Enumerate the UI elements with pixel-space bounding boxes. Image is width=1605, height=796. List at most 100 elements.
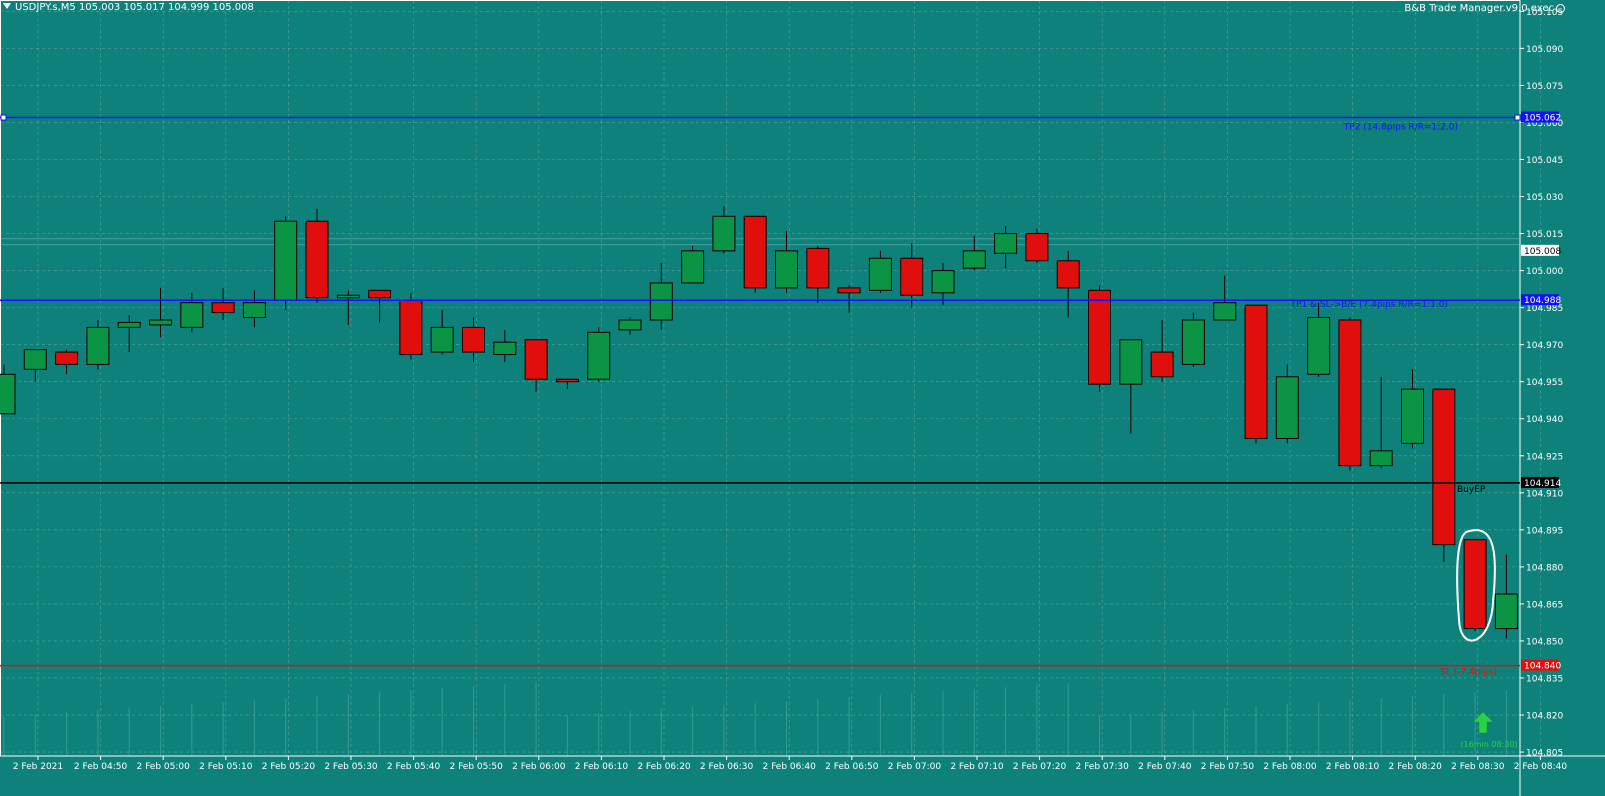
y-tick-label: 105.000 [1526,267,1563,277]
y-tick-label: 104.820 [1526,712,1563,722]
x-tick-label: 2 Feb 08:20 [1389,762,1443,772]
bear-candle[interactable] [555,378,579,383]
x-tick-label: 2 Feb 07:10 [950,762,1004,772]
bear-candle[interactable] [743,215,767,289]
bull-candle[interactable] [649,282,673,321]
price-chart[interactable]: 105.105105.090105.075105.060105.045105.0… [0,0,1605,796]
bear-candle[interactable] [1025,233,1049,262]
x-tick-label: 2 Feb 08:10 [1326,762,1380,772]
symbol-ohlc-text: USDJPY.s,M5 105.003 105.017 104.999 105.… [15,2,254,13]
y-tick-label: 105.015 [1526,230,1563,240]
y-tick-label: 105.030 [1526,193,1563,203]
y-tick-label: 105.090 [1526,45,1563,55]
collapse-triangle-icon[interactable] [3,3,11,9]
y-tick-label: 104.955 [1526,378,1563,388]
bull-candle[interactable] [1401,388,1424,444]
bear-candle[interactable] [462,326,485,353]
x-tick-label: 2 Feb 05:20 [262,762,316,772]
x-tick-label: 2 Feb 06:30 [700,762,754,772]
level-text-tp2: TP2 (14.8pips R/R=1:2.0) [1343,123,1458,133]
level-price-label: 105.062 [1524,114,1561,124]
x-tick-label: 2 Feb 08:00 [1263,762,1317,772]
bull-candle[interactable] [1494,593,1518,630]
bear-candle[interactable] [524,339,548,380]
x-tick-label: 2 Feb 05:40 [387,762,441,772]
x-tick-label: 2 Feb 06:10 [575,762,629,772]
x-tick-label: 2 Feb 05:30 [324,762,378,772]
x-tick-label: 2 Feb 06:40 [763,762,817,772]
x-tick-label: 2 Feb 08:30 [1451,762,1505,772]
ea-name: B&B Trade Manager.v9.0.exec [1404,3,1554,14]
bear-candle[interactable] [1463,539,1487,630]
bull-candle[interactable] [23,349,47,370]
bull-candle[interactable] [618,319,642,331]
y-tick-label: 105.075 [1526,82,1563,92]
bull-candle[interactable] [1119,339,1143,385]
bull-candle[interactable] [274,220,298,301]
level-text-tp1: TP1 & SL->B/E (7.4pips R/R=1:1.0) [1290,300,1448,310]
x-tick-label: 2 Feb 06:20 [637,762,691,772]
bull-candle[interactable] [117,321,141,328]
bear-candle[interactable] [900,257,924,296]
current-price-label: 105.008 [1524,247,1561,257]
bear-candle[interactable] [1088,289,1111,385]
bull-candle[interactable] [962,250,986,269]
bear-candle[interactable] [1432,388,1456,546]
level-text-sl: SL (-7.4pips) [1440,668,1497,678]
bull-candle[interactable] [994,233,1018,254]
level-handle-right[interactable] [1514,114,1521,121]
bull-candle[interactable] [1181,319,1205,365]
bull-candle[interactable] [493,341,517,356]
y-tick-label: 104.805 [1526,749,1563,759]
bull-candle[interactable] [868,257,892,291]
bear-candle[interactable] [1150,351,1174,378]
bull-candle[interactable] [242,302,266,319]
x-tick-label: 2 Feb 05:50 [450,762,504,772]
bull-candle[interactable] [1213,302,1237,321]
bull-candle[interactable] [775,250,798,289]
x-tick-label: 2 Feb 07:00 [888,762,942,772]
level-price-label: 104.914 [1524,479,1561,489]
bear-candle[interactable] [368,289,392,299]
bear-candle[interactable] [1244,304,1268,439]
y-tick-label: 104.865 [1526,600,1563,610]
y-tick-label: 104.880 [1526,563,1563,573]
bear-candle[interactable] [806,247,830,289]
bear-candle[interactable] [1056,260,1080,289]
y-tick-label: 104.910 [1526,489,1563,499]
bull-candle[interactable] [931,270,955,294]
x-tick-label: 2 Feb 05:00 [137,762,191,772]
bear-candle[interactable] [211,302,235,314]
level-price-label: 104.840 [1524,662,1561,672]
bull-candle[interactable] [149,319,172,326]
bull-candle[interactable] [430,326,454,353]
symbol-info-bar[interactable]: USDJPY.s,M5 105.003 105.017 104.999 105.… [3,2,254,13]
bull-candle[interactable] [587,331,611,380]
bull-candle[interactable] [1369,450,1393,467]
bear-candle[interactable] [837,287,861,294]
bull-candle[interactable] [180,302,204,328]
x-tick-label: 2 Feb 05:10 [199,762,253,772]
bear-candle[interactable] [1338,319,1362,467]
bull-candle[interactable] [712,215,736,252]
y-tick-label: 105.045 [1526,156,1563,166]
bull-candle[interactable] [336,294,360,299]
bear-candle[interactable] [399,299,423,356]
x-tick-label: 2 Feb 06:50 [825,762,879,772]
bull-candle[interactable] [681,250,705,284]
bear-candle[interactable] [305,220,329,299]
y-tick-label: 104.970 [1526,341,1563,351]
y-tick-label: 104.850 [1526,637,1563,647]
x-tick-label: 2 Feb 07:20 [1013,762,1067,772]
bear-candle[interactable] [55,351,79,365]
bull-candle[interactable] [0,373,16,415]
x-tick-label: 2 Feb 04:50 [74,762,128,772]
level-handle-left[interactable] [0,114,7,121]
level-text-buyep: BuyEP [1457,485,1486,495]
chart-root[interactable]: 105.105 105.090 105.075 105.060 105.045 105.0… [0,0,1605,796]
x-tick-label: 2 Feb 06:00 [512,762,566,772]
bull-candle[interactable] [1275,376,1299,439]
bull-candle[interactable] [1307,317,1331,375]
y-tick-label: 104.925 [1526,452,1563,462]
bull-candle[interactable] [86,326,110,365]
